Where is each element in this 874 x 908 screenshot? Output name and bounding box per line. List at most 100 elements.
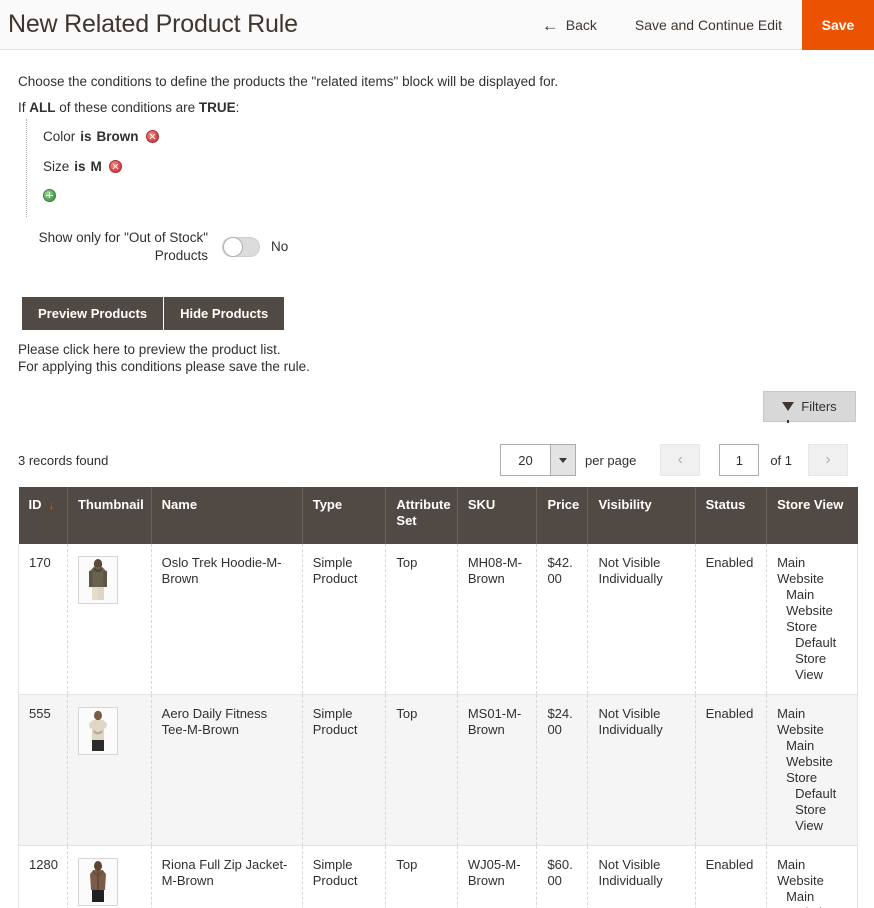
- previous-page-button[interactable]: ‹: [660, 444, 701, 477]
- next-page-button[interactable]: ›: [808, 444, 849, 477]
- product-thumbnail-hoodie: [77, 556, 118, 605]
- grid-pager-bar: 3 records found 20 per page ‹ of 1 ›: [18, 444, 856, 477]
- cell-visibility: Not Visible Individually: [587, 694, 696, 847]
- cell-attribute-set: Top: [385, 845, 458, 908]
- cell-price: $42.00: [536, 544, 589, 696]
- hide-products-button[interactable]: Hide Products: [164, 296, 285, 330]
- cell-visibility: Not Visible Individually: [587, 544, 696, 696]
- store-view-store: Main Website Store: [786, 889, 833, 908]
- cell-type: Simple Product: [302, 845, 387, 908]
- cell-attribute-set: Top: [385, 694, 458, 847]
- remove-circle-icon[interactable]: [145, 129, 159, 143]
- header-actions: ← Back Save and Continue Edit Save: [524, 0, 874, 50]
- store-view-view: Default Store View: [795, 786, 837, 834]
- cell-type: Simple Product: [302, 544, 387, 696]
- cell-status: Enabled: [695, 544, 768, 696]
- arrow-left-icon: ←: [541, 15, 559, 35]
- filters-bar: Filters: [18, 391, 856, 424]
- filters-button-label: Filters: [801, 399, 837, 415]
- if-prefix: If: [18, 100, 26, 116]
- out-of-stock-toggle[interactable]: [222, 236, 260, 257]
- preview-products-button[interactable]: Preview Products: [22, 296, 164, 330]
- grid-header-row: ID ↓ Thumbnail Name Type Attribute Set SK…: [18, 487, 858, 545]
- condition-attribute[interactable]: Color: [43, 129, 75, 144]
- page-content: Choose the conditions to define the prod…: [0, 50, 874, 908]
- arrow-down-icon: ↓: [48, 498, 55, 513]
- cell-attribute-set: Top: [385, 544, 458, 696]
- condition-value[interactable]: M: [91, 159, 102, 174]
- remove-circle-icon[interactable]: [108, 159, 122, 173]
- column-header-status[interactable]: Status: [695, 487, 768, 545]
- cell-sku: MS01-M-Brown: [457, 694, 538, 847]
- chevron-down-icon: [550, 445, 575, 476]
- cell-visibility: Not Visible Individually: [587, 845, 696, 908]
- column-header-visibility[interactable]: Visibility: [587, 487, 696, 545]
- preview-note: Please click here to preview the product…: [18, 341, 856, 376]
- page-header: New Related Product Rule ← Back Save and…: [0, 0, 874, 50]
- condition-attribute[interactable]: Size: [43, 159, 69, 174]
- pager-controls: 20 per page ‹ of 1 ›: [500, 444, 849, 477]
- store-view-website: Main Website: [777, 857, 824, 889]
- cell-status: Enabled: [695, 845, 768, 908]
- filters-button[interactable]: Filters: [763, 391, 856, 424]
- out-of-stock-field: Show only for "Out of Stock" Products No: [18, 229, 856, 265]
- back-button[interactable]: ← Back: [524, 17, 615, 34]
- cell-status: Enabled: [695, 694, 768, 847]
- column-header-sku[interactable]: SKU: [457, 487, 538, 545]
- product-thumbnail-tee: [77, 707, 118, 756]
- back-button-label: Back: [565, 17, 597, 33]
- cell-id: 555: [18, 694, 68, 847]
- condition-operator[interactable]: is: [74, 159, 85, 174]
- column-header-id[interactable]: ID ↓: [18, 487, 68, 545]
- aggregator-select[interactable]: ALL: [29, 100, 55, 115]
- condition-value-select[interactable]: TRUE: [199, 100, 236, 115]
- if-suffix: :: [235, 100, 240, 116]
- condition-row: Color is Brown: [43, 127, 856, 157]
- cell-name: Aero Daily Fitness Tee-M-Brown: [151, 694, 303, 847]
- conditions-if-line: If ALL of these conditions are TRUE:: [18, 92, 856, 118]
- cell-sku: MH08-M-Brown: [457, 544, 538, 696]
- column-header-thumbnail[interactable]: Thumbnail: [67, 487, 152, 545]
- preview-note-line-2: For applying this conditions please save…: [18, 359, 310, 375]
- condition-operator[interactable]: is: [80, 129, 91, 144]
- table-row[interactable]: 170 Oslo Trek Hoodie-M-Brown Simple Prod…: [18, 544, 858, 696]
- preview-button-group: Preview Products Hide Products: [22, 296, 856, 330]
- page-title: New Related Product Rule: [8, 10, 298, 38]
- cell-type: Simple Product: [302, 694, 387, 847]
- product-thumbnail-jacket: [77, 858, 118, 907]
- per-page-select[interactable]: 20: [500, 444, 576, 477]
- column-header-type[interactable]: Type: [302, 487, 387, 545]
- total-pages-label: of 1: [770, 452, 793, 468]
- add-circle-icon[interactable]: [43, 188, 56, 202]
- cell-store-view: Main Website Main Website Store Default …: [766, 845, 858, 908]
- save-and-continue-edit-button[interactable]: Save and Continue Edit: [615, 17, 802, 33]
- page-number-input[interactable]: [719, 444, 760, 477]
- conditions-list: Color is Brown Size is M: [26, 118, 856, 217]
- column-header-attribute-set[interactable]: Attribute Set: [385, 487, 458, 545]
- add-condition-row: [43, 187, 856, 211]
- cell-price: $60.00: [536, 845, 589, 908]
- chevron-right-icon: ›: [825, 451, 831, 469]
- per-page-value: 20: [518, 452, 533, 468]
- chevron-left-icon: ‹: [677, 451, 683, 469]
- cell-name: Oslo Trek Hoodie-M-Brown: [151, 544, 303, 696]
- store-view-view: Default Store View: [795, 635, 837, 683]
- conditions-intro: Choose the conditions to define the prod…: [18, 74, 559, 89]
- condition-row: Size is M: [43, 157, 856, 187]
- column-header-store-view[interactable]: Store View: [766, 487, 858, 545]
- condition-value[interactable]: Brown: [97, 129, 139, 144]
- table-row[interactable]: 1280 Riona Full Zip Jacket-M-Brown Simpl…: [18, 845, 858, 908]
- out-of-stock-toggle-state: No: [271, 239, 289, 255]
- store-view-store: Main Website Store: [786, 587, 833, 635]
- save-button[interactable]: Save: [802, 0, 874, 50]
- records-found-label: 3 records found: [18, 452, 109, 468]
- cell-store-view: Main Website Main Website Store Default …: [766, 544, 858, 696]
- column-header-price[interactable]: Price: [536, 487, 589, 545]
- products-grid: ID ↓ Thumbnail Name Type Attribute Set SK…: [18, 487, 858, 908]
- cell-price: $24.00: [536, 694, 589, 847]
- cell-id: 170: [18, 544, 68, 696]
- cell-id: 1280: [18, 845, 68, 908]
- table-row[interactable]: 555 Aero Daily Fitness Tee-M-Brown Simpl…: [18, 694, 858, 847]
- column-header-name[interactable]: Name: [151, 487, 303, 545]
- cell-sku: WJ05-M-Brown: [457, 845, 538, 908]
